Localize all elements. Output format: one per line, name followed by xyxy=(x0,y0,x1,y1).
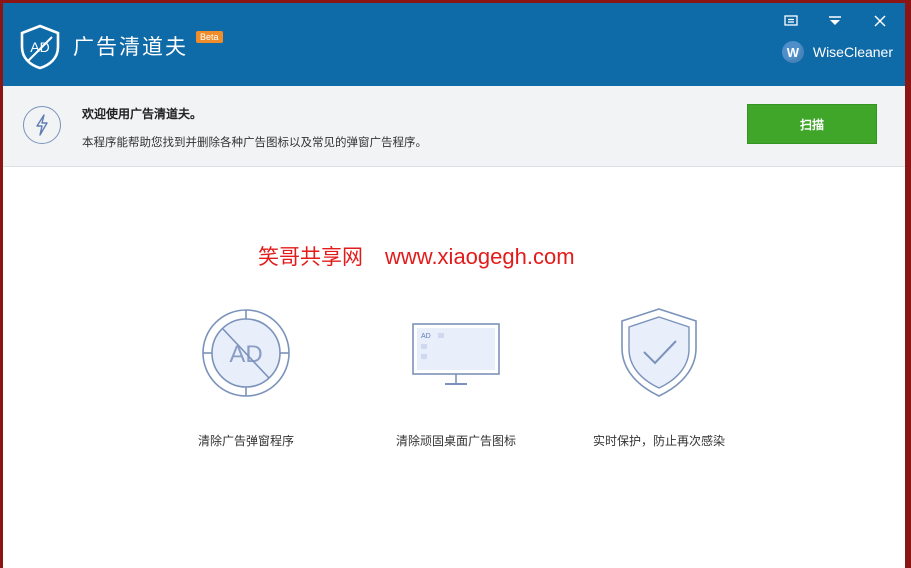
ad-block-icon: AD xyxy=(202,309,290,397)
brand-name: WiseCleaner xyxy=(812,44,893,60)
menu-button[interactable] xyxy=(780,12,802,30)
feature-label: 实时保护，防止再次感染 xyxy=(592,434,725,448)
close-icon xyxy=(874,15,886,27)
menu-icon xyxy=(784,15,798,26)
app-window: AD 广告清道夫 Beta W WiseCleaner 欢迎使用广告清道夫。 本… xyxy=(3,3,905,568)
title-bar: AD 广告清道夫 Beta W WiseCleaner xyxy=(3,3,905,86)
feature-label: 清除顽固桌面广告图标 xyxy=(395,434,516,448)
watermark-text: 笑哥共享网 xyxy=(258,245,363,269)
shield-check-icon xyxy=(621,308,697,397)
description-text: 本程序能帮助您找到并删除各种广告图标以及常见的弹窗广告程序。 xyxy=(82,135,427,149)
ad-shield-logo-icon: AD xyxy=(20,24,60,70)
svg-text:AD: AD xyxy=(421,333,431,340)
lightning-icon xyxy=(23,106,61,144)
dropdown-button[interactable] xyxy=(824,12,846,30)
feature-remove-desktop-icons: AD 清除顽固桌面广告图标 xyxy=(356,308,556,448)
feature-label: 清除广告弹窗程序 xyxy=(197,434,294,448)
wisecleaner-brand[interactable]: W WiseCleaner xyxy=(781,41,893,63)
wisecleaner-logo-icon: W xyxy=(781,41,804,63)
scan-button[interactable]: 扫描 xyxy=(747,104,877,144)
app-title: 广告清道夫 xyxy=(73,35,188,59)
feature-realtime-protection: 实时保护，防止再次感染 xyxy=(559,308,759,448)
watermark: 笑哥共享网 www.xiaogegh.com xyxy=(258,243,575,271)
close-button[interactable] xyxy=(869,12,891,30)
feature-remove-popups: AD 清除广告弹窗程序 xyxy=(146,308,346,448)
watermark-url: www.xiaogegh.com xyxy=(385,244,575,269)
monitor-icon: AD xyxy=(412,323,500,385)
beta-badge: Beta xyxy=(196,31,223,43)
welcome-text: 欢迎使用广告清道夫。 xyxy=(82,107,203,121)
chevron-down-icon xyxy=(829,16,841,25)
